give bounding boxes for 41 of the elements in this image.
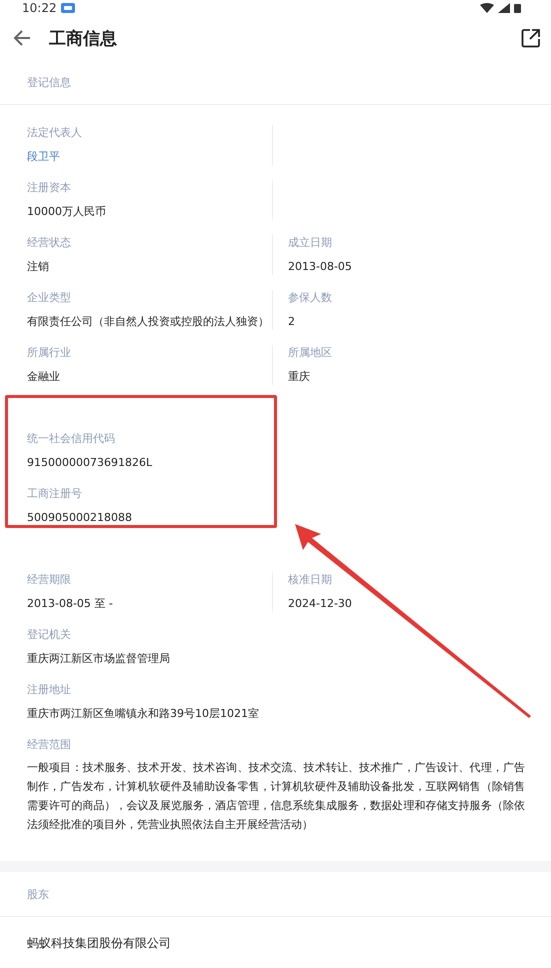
field-label: 经营期限: [27, 572, 72, 588]
field-label: 核准日期: [288, 572, 333, 588]
section-title: 股东: [0, 872, 551, 917]
shareholder-name[interactable]: 蚂蚁科技集团股份有限公司: [0, 917, 551, 968]
share-icon[interactable]: [521, 28, 541, 48]
field-label: 经营状态: [27, 235, 72, 251]
field-value: 500905000218088: [27, 510, 133, 526]
status-time: 10:22: [22, 1, 57, 15]
field-label: 成立日期: [288, 235, 333, 251]
field-label: 所属地区: [288, 345, 333, 361]
field-label: 所属行业: [27, 345, 72, 361]
field-label: 注册地址: [27, 682, 72, 698]
battery-icon: [514, 3, 521, 13]
field-value: 91500000073691826L: [27, 455, 154, 471]
field-label: 统一社会信用代码: [27, 431, 116, 447]
field-value: 一般项目：技术服务、技术开发、技术咨询、技术交流、技术转让、技术推广，广告设计、代理，广告制作，广告发布，计算机软硬件及辅助设备零售，计算机软硬件及辅助设备批发，互联网销售（除销售需要许可的商品），会议及展览服务，酒店管理，信息系统集成服务，数据处理和存储支持服务（除依法须经批准的项目外，凭营业执照依法自主开展经营活动）: [27, 760, 525, 833]
field-value: 2013-08-05: [288, 259, 353, 275]
page-title: 工商信息: [49, 28, 117, 50]
notification-icon: [60, 3, 75, 13]
field-value: 10000万人民币: [27, 204, 107, 220]
field-label: 登记机关: [27, 627, 72, 643]
field-value: 重庆市两江新区鱼嘴镇永和路39号10层1021室: [27, 706, 260, 722]
field-label: 工商注册号: [27, 486, 83, 502]
person-link[interactable]: 段卫平: [27, 149, 272, 165]
field-value: 2013-08-05 至 -: [27, 596, 114, 612]
back-icon[interactable]: [12, 28, 32, 48]
field-value: 2024-12-30: [288, 596, 353, 612]
field-label: 注册资本: [27, 180, 72, 196]
section-title: 登记信息: [0, 60, 551, 105]
field-value: 有限责任公司（非自然人投资或控股的法人独资）: [27, 314, 270, 330]
field-label: 企业类型: [27, 290, 72, 306]
field-value: 2: [288, 314, 296, 330]
field-label: 法定代表人: [27, 125, 83, 141]
field-value: 金融业: [27, 369, 61, 385]
signal-icon: [498, 3, 510, 13]
field-value: 重庆两江新区市场监督管理局: [27, 651, 171, 667]
field-value: 注销: [27, 259, 50, 275]
field-value: 重庆: [288, 369, 311, 385]
wifi-icon: [480, 3, 494, 13]
field-label: 经营范围: [27, 737, 72, 753]
field-label: 参保人数: [288, 290, 333, 306]
